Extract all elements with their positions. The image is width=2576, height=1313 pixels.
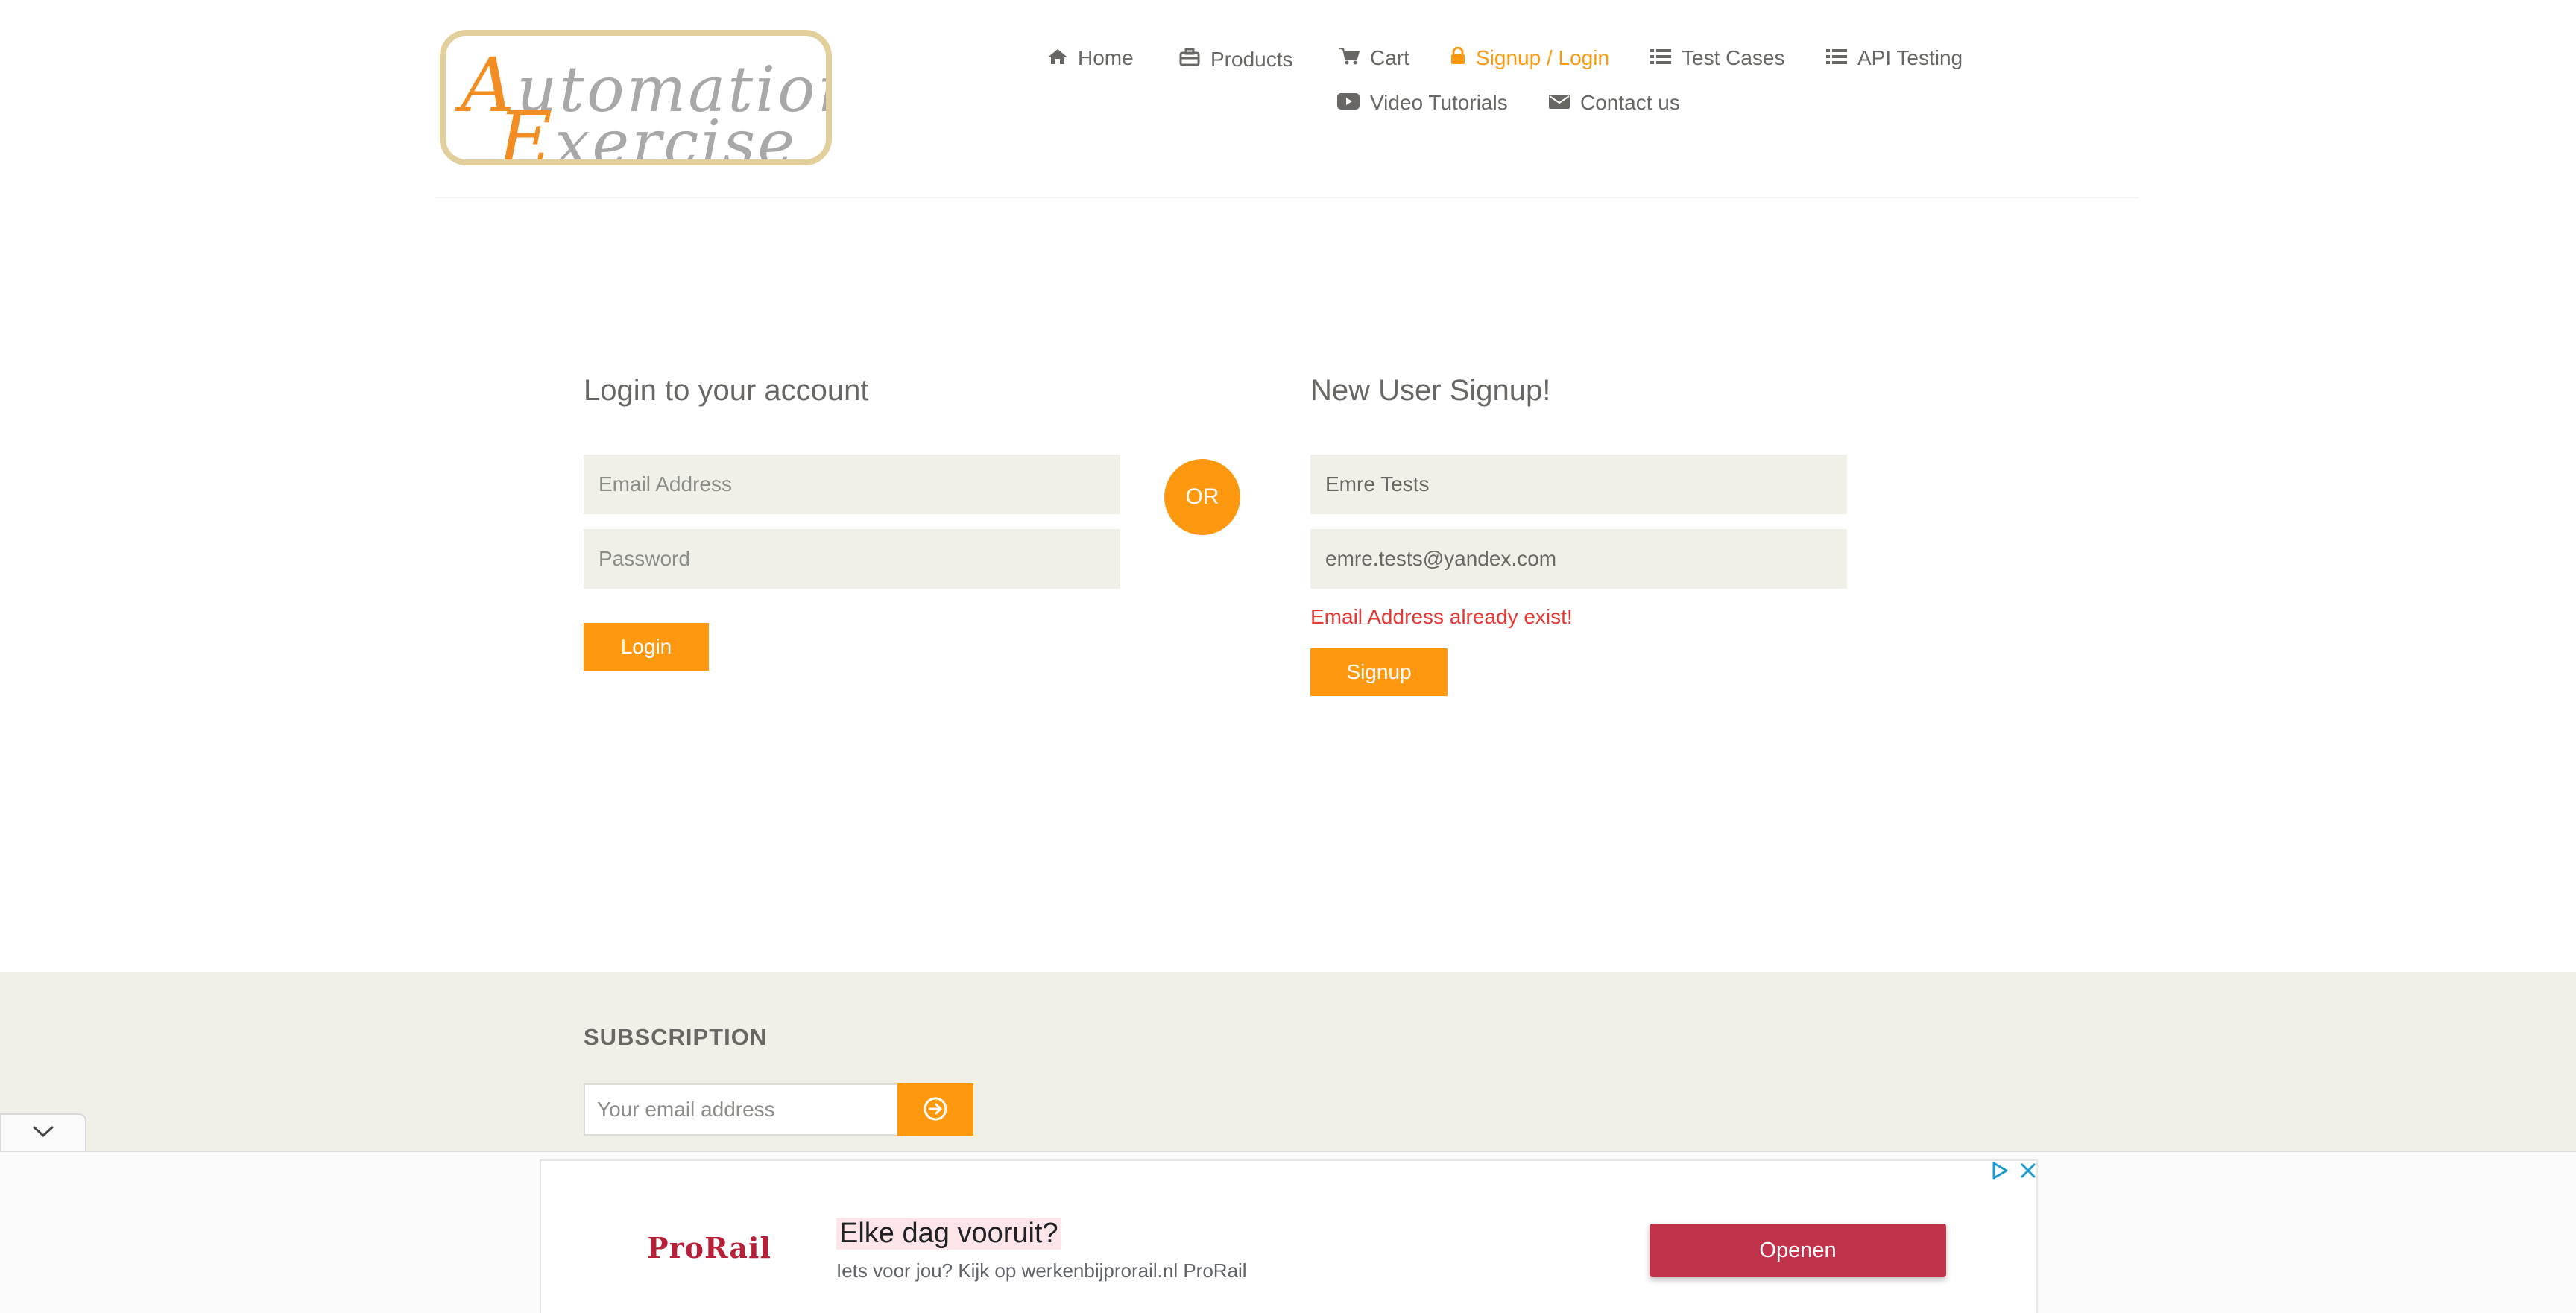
logo-text-2: xercise	[555, 107, 797, 165]
nav-signup-login[interactable]: Signup / Login	[1450, 43, 1609, 73]
nav-video-tutorials[interactable]: Video Tutorials	[1337, 88, 1508, 118]
nav-cart-label: Cart	[1370, 46, 1409, 69]
signup-email-field[interactable]	[1310, 529, 1847, 589]
youtube-icon	[1337, 91, 1360, 115]
briefcase-icon	[1179, 48, 1200, 72]
ad-controls	[1990, 1161, 2036, 1184]
nav-signup-login-label: Signup / Login	[1476, 46, 1610, 69]
subscribe-button[interactable]	[897, 1083, 973, 1136]
nav-test-cases-label: Test Cases	[1682, 46, 1785, 69]
header-divider	[435, 197, 2139, 198]
login-title: Login to your account	[584, 374, 869, 407]
nav-test-cases[interactable]: Test Cases	[1650, 43, 1785, 73]
ad-brand-logo[interactable]: ProRail	[647, 1231, 771, 1265]
ad-headline[interactable]: Elke dag vooruit?	[836, 1218, 1061, 1250]
subscription-title: SUBSCRIPTION	[584, 1024, 768, 1050]
logo-line-2: Exercise	[498, 95, 797, 165]
ad-description: Iets voor jou? Kijk op werkenbijprorail.…	[836, 1259, 1247, 1282]
nav-home[interactable]: Home	[1048, 43, 1134, 73]
cart-icon	[1339, 46, 1360, 70]
chevron-down-icon	[32, 1125, 54, 1142]
ad-collapse-toggle[interactable]	[0, 1113, 86, 1152]
adchoices-icon[interactable]	[1990, 1161, 2010, 1184]
site-logo[interactable]: Automation Exercise	[440, 30, 832, 165]
signup-name-field[interactable]	[1310, 455, 1847, 514]
nav-home-label: Home	[1078, 46, 1134, 69]
ad-open-button[interactable]: Openen	[1650, 1224, 1946, 1277]
close-icon[interactable]	[2020, 1162, 2036, 1183]
or-divider: OR	[1164, 459, 1240, 535]
list-icon	[1650, 46, 1671, 70]
nav-api-testing-label: API Testing	[1857, 46, 1963, 69]
nav-products-label: Products	[1210, 48, 1293, 71]
footer	[0, 972, 2576, 1165]
signup-title: New User Signup!	[1310, 374, 1551, 407]
logo-cap-e: E	[498, 95, 555, 165]
login-password-field[interactable]	[584, 529, 1120, 589]
lock-icon	[1450, 46, 1465, 70]
home-icon	[1048, 46, 1067, 70]
arrow-circle-right-icon	[923, 1096, 948, 1124]
envelope-icon	[1549, 91, 1570, 115]
nav-video-tutorials-label: Video Tutorials	[1370, 91, 1508, 114]
nav-contact-us-label: Contact us	[1580, 91, 1680, 114]
login-email-field[interactable]	[584, 455, 1120, 514]
nav-api-testing[interactable]: API Testing	[1826, 43, 1963, 73]
nav-products[interactable]: Products	[1179, 45, 1293, 75]
nav-cart[interactable]: Cart	[1339, 43, 1409, 73]
list-icon	[1826, 46, 1847, 70]
signup-error-message: Email Address already exist!	[1310, 605, 1573, 628]
signup-button[interactable]: Signup	[1310, 648, 1448, 696]
nav-contact-us[interactable]: Contact us	[1549, 88, 1680, 118]
subscription-email-input[interactable]	[584, 1083, 898, 1136]
login-button[interactable]: Login	[584, 623, 709, 671]
